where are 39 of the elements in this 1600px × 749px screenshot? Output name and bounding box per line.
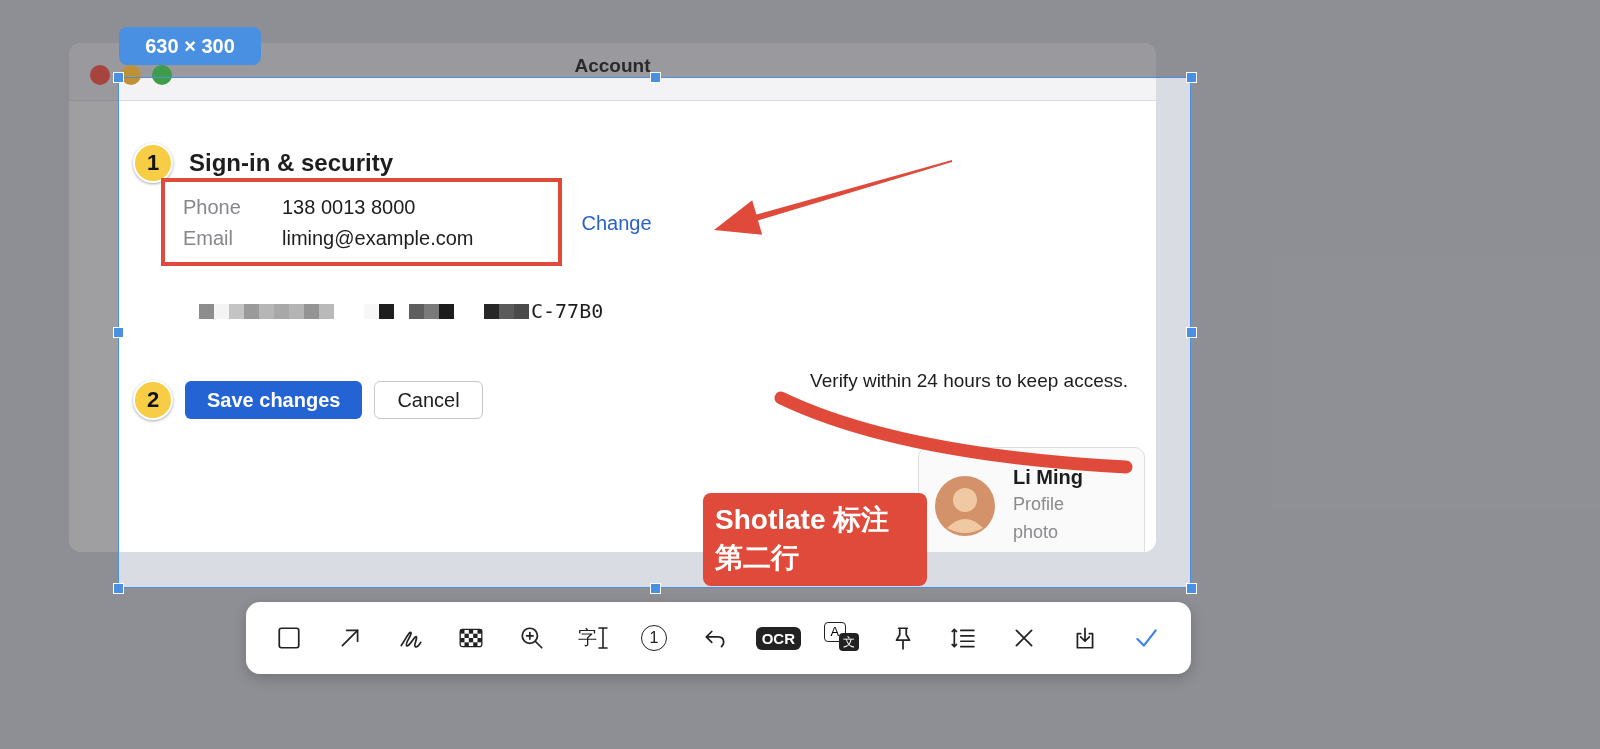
rectangle-tool-icon[interactable]: [276, 625, 302, 651]
zoom-in-icon[interactable]: [519, 625, 546, 651]
change-link[interactable]: Change: [581, 211, 652, 235]
translate-target-glyph: 文: [838, 633, 859, 651]
save-button[interactable]: Save changes: [185, 381, 363, 419]
ibeam-icon: [596, 625, 609, 651]
zoom-dot[interactable]: [152, 65, 172, 85]
ocr-button[interactable]: OCR: [755, 626, 801, 650]
field-value: 138 0013 8000: [282, 196, 417, 219]
resize-handle[interactable]: [113, 72, 124, 83]
resize-handle[interactable]: [650, 72, 661, 83]
field-label: Phone: [183, 196, 242, 219]
field-value: liming@example.com: [282, 227, 474, 250]
cancel-button[interactable]: Cancel: [374, 381, 483, 419]
resize-handle[interactable]: [1186, 327, 1197, 338]
close-dot[interactable]: [90, 65, 110, 85]
translate-button[interactable]: A 文: [821, 620, 862, 656]
resize-handle[interactable]: [1186, 72, 1197, 83]
notice-text: Verify within 24 hours to keep access.: [810, 370, 1128, 392]
size-label: 630 × 300: [119, 27, 261, 65]
selection-frame[interactable]: [118, 77, 1191, 588]
line-spacing-icon[interactable]: [950, 625, 977, 651]
section-heading: Sign-in & security: [189, 149, 394, 177]
annotation-text: 第二行: [715, 541, 800, 575]
text-tool-button[interactable]: 字: [573, 618, 614, 658]
resize-handle[interactable]: [1186, 583, 1197, 594]
annotation-text: Shotlate 标注: [715, 503, 891, 537]
resize-handle[interactable]: [113, 327, 124, 338]
window-title: Account: [574, 55, 651, 77]
step-marker: 1: [133, 143, 173, 183]
id-text: C-77B0: [531, 299, 604, 323]
resize-handle[interactable]: [650, 583, 661, 594]
profile-caption: Profile: [1013, 493, 1066, 516]
profile-name: Li Ming: [1013, 465, 1083, 490]
profile-caption: photo: [1013, 521, 1060, 544]
step-marker: 2: [133, 380, 173, 420]
avatar-icon: [935, 476, 995, 536]
field-label: Email: [183, 227, 234, 250]
resize-handle[interactable]: [113, 583, 124, 594]
